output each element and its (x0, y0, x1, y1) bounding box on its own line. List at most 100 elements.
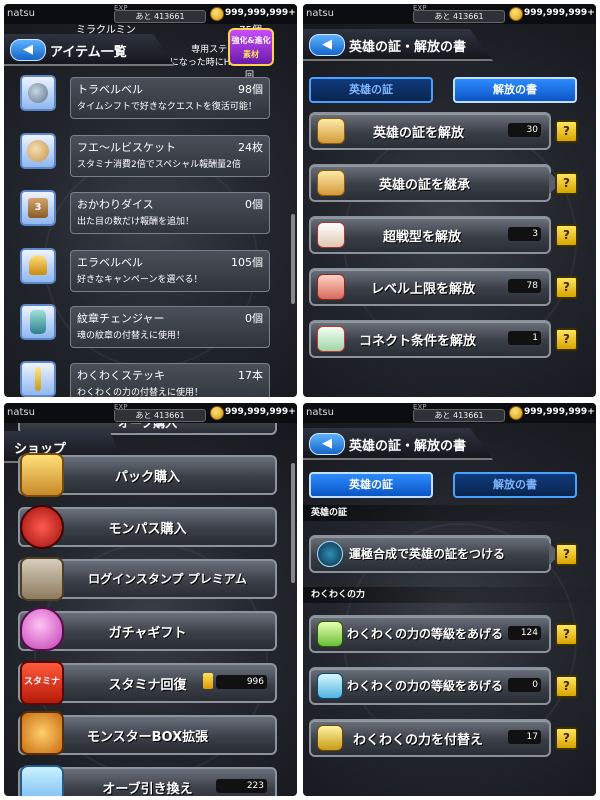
exp-remaining: あと 413661 (413, 409, 505, 422)
scrollbar[interactable] (291, 463, 295, 583)
item-qty: 17本 (238, 369, 263, 382)
button-label: 英雄の証を継承 (379, 178, 471, 193)
button-label: 運極合成で英雄の証をつける (349, 547, 506, 561)
help-button[interactable]: ? (555, 120, 578, 143)
orb-count: 999,999,999+ (524, 8, 595, 18)
material-filter-badge[interactable]: 強化&進化 素材 (228, 28, 274, 66)
help-button[interactable]: ? (555, 224, 578, 247)
attach-hero-proof-button[interactable]: 運極合成で英雄の証をつける (309, 535, 561, 573)
button-count: 1 (508, 331, 541, 345)
orb-icon (210, 406, 224, 420)
button-count: 223 (216, 779, 267, 793)
button-count: 78 (508, 279, 541, 293)
title-bar: ◀ アイテム一覧 (4, 34, 174, 66)
username: natsu (7, 407, 35, 418)
swap-waku-power-button[interactable]: わくわくの力を付替え 17 (309, 719, 551, 757)
exp-remaining: あと 413661 (114, 10, 206, 23)
dice-icon: 3 (20, 190, 56, 226)
help-button[interactable]: ? (555, 276, 578, 299)
back-button[interactable]: ◀ (10, 39, 46, 61)
monster-box-icon (20, 711, 64, 755)
help-button[interactable]: ? (555, 727, 578, 750)
badge-line: 強化&進化 (231, 36, 271, 45)
choice-bell-icon (20, 248, 56, 284)
button-label: 英雄の証を解放 (373, 126, 465, 141)
shop-panel: natsu EXP あと 413661 999,999,999+ オーブ購入 シ… (4, 403, 297, 796)
orb-icon (509, 7, 523, 21)
button-label: レベル上限を解放 (371, 282, 476, 297)
item-qty: 105個 (231, 256, 263, 269)
button-count: 124 (508, 626, 541, 640)
release-battle-type-button[interactable]: 超戦型を解放 3 (309, 216, 551, 254)
tab-release-book[interactable]: 解放の書 (453, 77, 577, 103)
monpass-icon (20, 505, 64, 549)
scroll-red-icon (317, 222, 345, 248)
item-name: 紋章チェンジャー (77, 312, 165, 325)
help-button[interactable]: ? (555, 675, 578, 698)
tab-hero-proof[interactable]: 英雄の証 (309, 472, 433, 498)
list-item[interactable]: わくわくステッキ 17本 わくわくの力の付替えに使用！ (70, 363, 270, 397)
item-desc: タイムシフトで好きなクエストを復活可能！ (77, 102, 257, 112)
item-name: わくわくステッキ (77, 369, 165, 382)
list-item[interactable]: おかわりダイス 0個 出た目の数だけ報酬を追加！ (70, 192, 270, 234)
item-name: トラベルベル (77, 83, 143, 96)
raise-waku-grade-button[interactable]: わくわくの力の等級をあげる 124 (309, 615, 551, 653)
list-item[interactable]: エラベルベル 105個 好きなキャンペーンを選べる！ (70, 250, 270, 292)
release-connect-button[interactable]: コネクト条件を解放 1 (309, 320, 551, 358)
exp-remaining: あと 413661 (413, 10, 505, 23)
item-qty: 0個 (245, 198, 263, 211)
item-desc: 好きなキャンペーンを選べる！ (77, 275, 203, 285)
back-button[interactable]: ◀ (309, 34, 345, 56)
item-qty: 98個 (238, 83, 263, 96)
button-count: 996 (216, 675, 267, 689)
help-button[interactable]: ? (555, 543, 578, 566)
inherit-proof-button[interactable]: 英雄の証を継承 (309, 164, 561, 202)
button-label: わくわくの力を付替え (353, 733, 484, 748)
scroll-heart-icon (317, 274, 345, 300)
username: natsu (306, 8, 334, 19)
status-bar: natsu EXP あと 413661 999,999,999+ (303, 403, 596, 423)
stamp-card-icon (20, 557, 64, 601)
item-qty: 24枚 (238, 141, 263, 154)
release-level-cap-button[interactable]: レベル上限を解放 78 (309, 268, 551, 306)
item-desc: わくわくの力の付替えに使用！ (77, 388, 204, 397)
section-waku-power: わくわくの力 (303, 587, 596, 603)
badge-line: 素材 (243, 50, 259, 59)
tab-hero-proof[interactable]: 英雄の証 (309, 77, 433, 103)
tab-release-book[interactable]: 解放の書 (453, 472, 577, 498)
stamina-icon: スタミナ (20, 661, 64, 705)
travel-bell-icon (20, 75, 56, 111)
button-label: わくわくの力の等級をあげる (347, 627, 504, 641)
username: natsu (7, 8, 35, 19)
status-bar: natsu EXP あと 413661 999,999,999+ (303, 4, 596, 24)
item-name: エラベルベル (77, 256, 143, 269)
list-item[interactable]: トラベルベル 98個 タイムシフトで好きなクエストを復活可能！ (70, 77, 270, 119)
release-proof-button[interactable]: 英雄の証を解放 30 (309, 112, 551, 150)
orb-count: 999,999,999+ (225, 407, 296, 417)
help-button[interactable]: ? (555, 328, 578, 351)
list-item[interactable]: 紋章チェンジャー 0個 魂の紋章の付替えに使用！ (70, 306, 270, 348)
scroll-connect-icon (317, 326, 345, 352)
item-desc: 魂の紋章の付替えに使用！ (77, 331, 186, 341)
title-bar: ◀ 英雄の証・解放の書 (303, 29, 493, 61)
emblem-changer-icon (20, 304, 56, 340)
help-button[interactable]: ? (555, 623, 578, 646)
button-count: 3 (508, 227, 541, 241)
list-item[interactable]: フエ〜ルビスケット 24枚 スタミナ消費2倍でスペシャル報酬量2倍 (70, 135, 270, 177)
status-bar: natsu EXP あと 413661 999,999,999+ (4, 403, 297, 423)
potion-green-icon (317, 621, 343, 647)
button-label: コネクト条件を解放 (359, 334, 477, 349)
scroll-arrow-icon (317, 170, 345, 196)
gacha-egg-icon (20, 607, 64, 651)
orb-count: 999,999,999+ (225, 8, 296, 18)
scrollbar[interactable] (291, 214, 295, 304)
hero-proof-icon (317, 541, 343, 567)
raise-waku-grade-button-2[interactable]: わくわくの力の等級をあげる 0 (309, 667, 551, 705)
item-desc: スタミナ消費2倍でスペシャル報酬量2倍 (77, 160, 241, 170)
help-button[interactable]: ? (555, 172, 578, 195)
title-bar: ◀ 英雄の証・解放の書 (303, 428, 493, 460)
status-bar: natsu EXP あと 413661 999,999,999+ (4, 4, 297, 24)
orb-icon (210, 7, 224, 21)
page-title: 英雄の証・解放の書 (349, 439, 467, 454)
back-button[interactable]: ◀ (309, 433, 345, 455)
